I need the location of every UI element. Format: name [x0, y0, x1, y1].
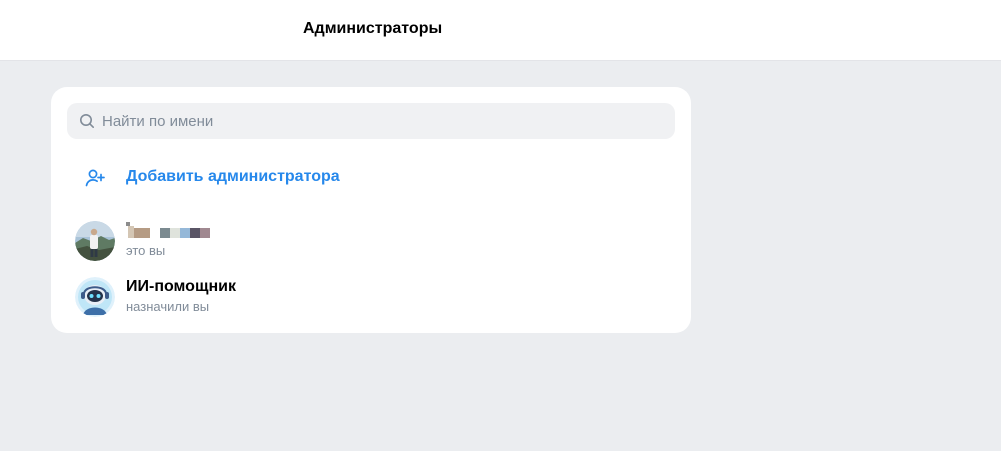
search-input[interactable]	[102, 103, 662, 139]
add-admin-label: Добавить администратора	[126, 168, 340, 185]
avatar	[75, 221, 115, 261]
admin-name: ИИ-помощник	[126, 278, 236, 295]
admin-subtitle: назначили вы	[126, 299, 210, 314]
add-admin-button[interactable]: Добавить администратора	[67, 159, 675, 195]
admin-row-ai-assistant[interactable]: ИИ-помощник назначили вы	[67, 273, 675, 321]
ai-assistant-avatar	[75, 277, 115, 317]
admin-row-self[interactable]: это вы	[67, 217, 675, 265]
add-user-icon	[85, 169, 105, 187]
search-icon	[80, 114, 94, 128]
admin-subtitle: это вы	[126, 243, 166, 258]
obscured-name	[126, 222, 210, 238]
page-title: Администраторы	[303, 20, 443, 37]
admins-card: Добавить администратора	[51, 87, 691, 333]
search-box[interactable]	[67, 103, 675, 139]
page-header: Администраторы	[0, 0, 1001, 61]
